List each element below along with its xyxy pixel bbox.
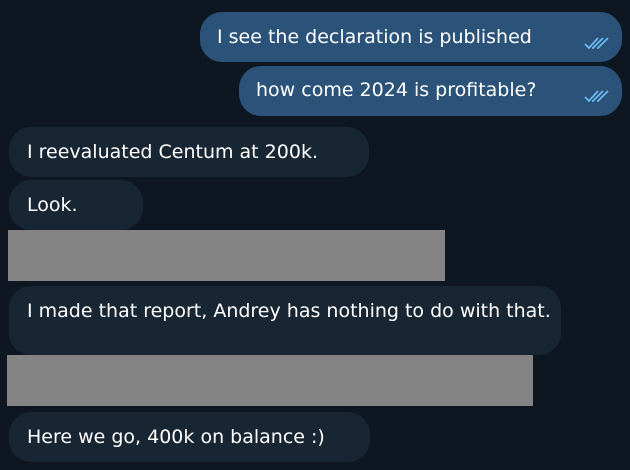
- incoming-message[interactable]: Here we go, 400k on balance :): [9, 412, 370, 462]
- redacted-image[interactable]: [8, 230, 445, 281]
- outgoing-message[interactable]: I see the declaration is published: [200, 12, 622, 62]
- incoming-message[interactable]: I made that report, Andrey has nothing t…: [9, 286, 561, 355]
- incoming-message[interactable]: I reevaluated Centum at 200k.: [9, 127, 369, 177]
- message-text: how come 2024 is profitable?: [256, 79, 537, 101]
- message-text: I see the declaration is published: [217, 26, 532, 48]
- double-check-icon: [584, 90, 609, 103]
- message-text: I reevaluated Centum at 200k.: [27, 141, 318, 163]
- double-check-icon: [584, 37, 609, 50]
- message-text: I made that report, Andrey has nothing t…: [27, 300, 551, 322]
- message-text: Look.: [27, 194, 78, 216]
- incoming-message[interactable]: Look.: [9, 180, 143, 230]
- outgoing-message[interactable]: how come 2024 is profitable?: [239, 66, 622, 116]
- message-text: Here we go, 400k on balance :): [27, 426, 325, 448]
- redacted-image[interactable]: [7, 355, 533, 406]
